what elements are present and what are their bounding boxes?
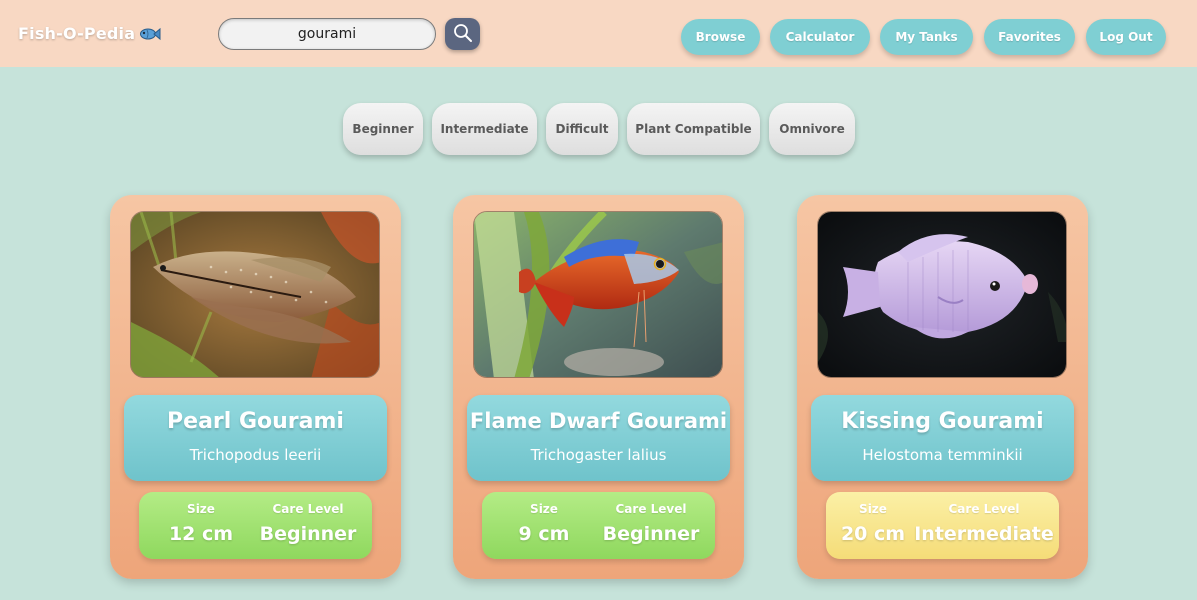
size-stat: Size 12 cm xyxy=(153,492,249,559)
care-level-label: Care Level xyxy=(272,502,344,516)
search-input[interactable] xyxy=(218,18,436,50)
nav-calculator-button[interactable]: Calculator xyxy=(770,19,870,55)
site-logo[interactable]: Fish-O-Pedia xyxy=(18,24,161,43)
nav-favorites-button[interactable]: Favorites xyxy=(984,19,1075,55)
fish-stats-box: Size 12 cm Care Level Beginner xyxy=(139,492,372,559)
care-level-label: Care Level xyxy=(615,502,687,516)
top-header: Fish-O-Pedia Browse Calculator My Tanks … xyxy=(0,0,1197,67)
search-button[interactable] xyxy=(445,18,480,50)
fish-card[interactable]: Flame Dwarf Gourami Trichogaster lalius … xyxy=(453,195,744,579)
care-level-value: Beginner xyxy=(259,523,357,545)
fish-name-box: Kissing Gourami Helostoma temminkii xyxy=(811,395,1074,481)
fish-icon xyxy=(139,26,161,42)
fish-scientific-name: Trichogaster lalius xyxy=(530,446,667,464)
filter-difficult-button[interactable]: Difficult xyxy=(546,103,618,155)
size-label: Size xyxy=(187,502,215,516)
fish-scientific-name: Helostoma temminkii xyxy=(862,446,1023,464)
fish-common-name: Pearl Gourami xyxy=(167,409,344,434)
filter-intermediate-button[interactable]: Intermediate xyxy=(432,103,537,155)
care-level-stat: Care Level Beginner xyxy=(592,492,710,559)
care-level-label: Care Level xyxy=(948,502,1020,516)
fish-photo-flame-dwarf-gourami xyxy=(473,211,723,378)
fish-name-box: Pearl Gourami Trichopodus leerii xyxy=(124,395,387,481)
filter-beginner-button[interactable]: Beginner xyxy=(343,103,423,155)
size-stat: Size 9 cm xyxy=(496,492,592,559)
fish-stats-box: Size 9 cm Care Level Beginner xyxy=(482,492,715,559)
search-icon xyxy=(453,23,473,46)
size-label: Size xyxy=(530,502,558,516)
nav-browse-button[interactable]: Browse xyxy=(681,19,760,55)
filter-plant-compatible-button[interactable]: Plant Compatible xyxy=(627,103,760,155)
filter-omnivore-button[interactable]: Omnivore xyxy=(769,103,855,155)
fish-stats-box: Size 20 cm Care Level Intermediate xyxy=(826,492,1059,559)
size-stat: Size 20 cm xyxy=(830,492,916,559)
fish-scientific-name: Trichopodus leerii xyxy=(189,446,322,464)
care-level-stat: Care Level Intermediate xyxy=(912,492,1056,559)
nav-my-tanks-button[interactable]: My Tanks xyxy=(880,19,973,55)
size-label: Size xyxy=(859,502,887,516)
fish-common-name: Kissing Gourami xyxy=(841,409,1044,434)
fish-common-name: Flame Dwarf Gourami xyxy=(469,409,728,433)
care-level-value: Beginner xyxy=(602,523,700,545)
size-value: 12 cm xyxy=(168,523,234,545)
fish-card[interactable]: Pearl Gourami Trichopodus leerii Size 12… xyxy=(110,195,401,579)
fish-photo-pearl-gourami xyxy=(130,211,380,378)
size-value: 20 cm xyxy=(840,523,906,545)
size-value: 9 cm xyxy=(518,523,570,545)
fish-name-box: Flame Dwarf Gourami Trichogaster lalius xyxy=(467,395,730,481)
care-level-value: Intermediate xyxy=(914,523,1054,545)
fish-card[interactable]: Kissing Gourami Helostoma temminkii Size… xyxy=(797,195,1088,579)
nav-log-out-button[interactable]: Log Out xyxy=(1086,19,1166,55)
logo-text: Fish-O-Pedia xyxy=(18,24,136,43)
care-level-stat: Care Level Beginner xyxy=(249,492,367,559)
fish-photo-kissing-gourami xyxy=(817,211,1067,378)
